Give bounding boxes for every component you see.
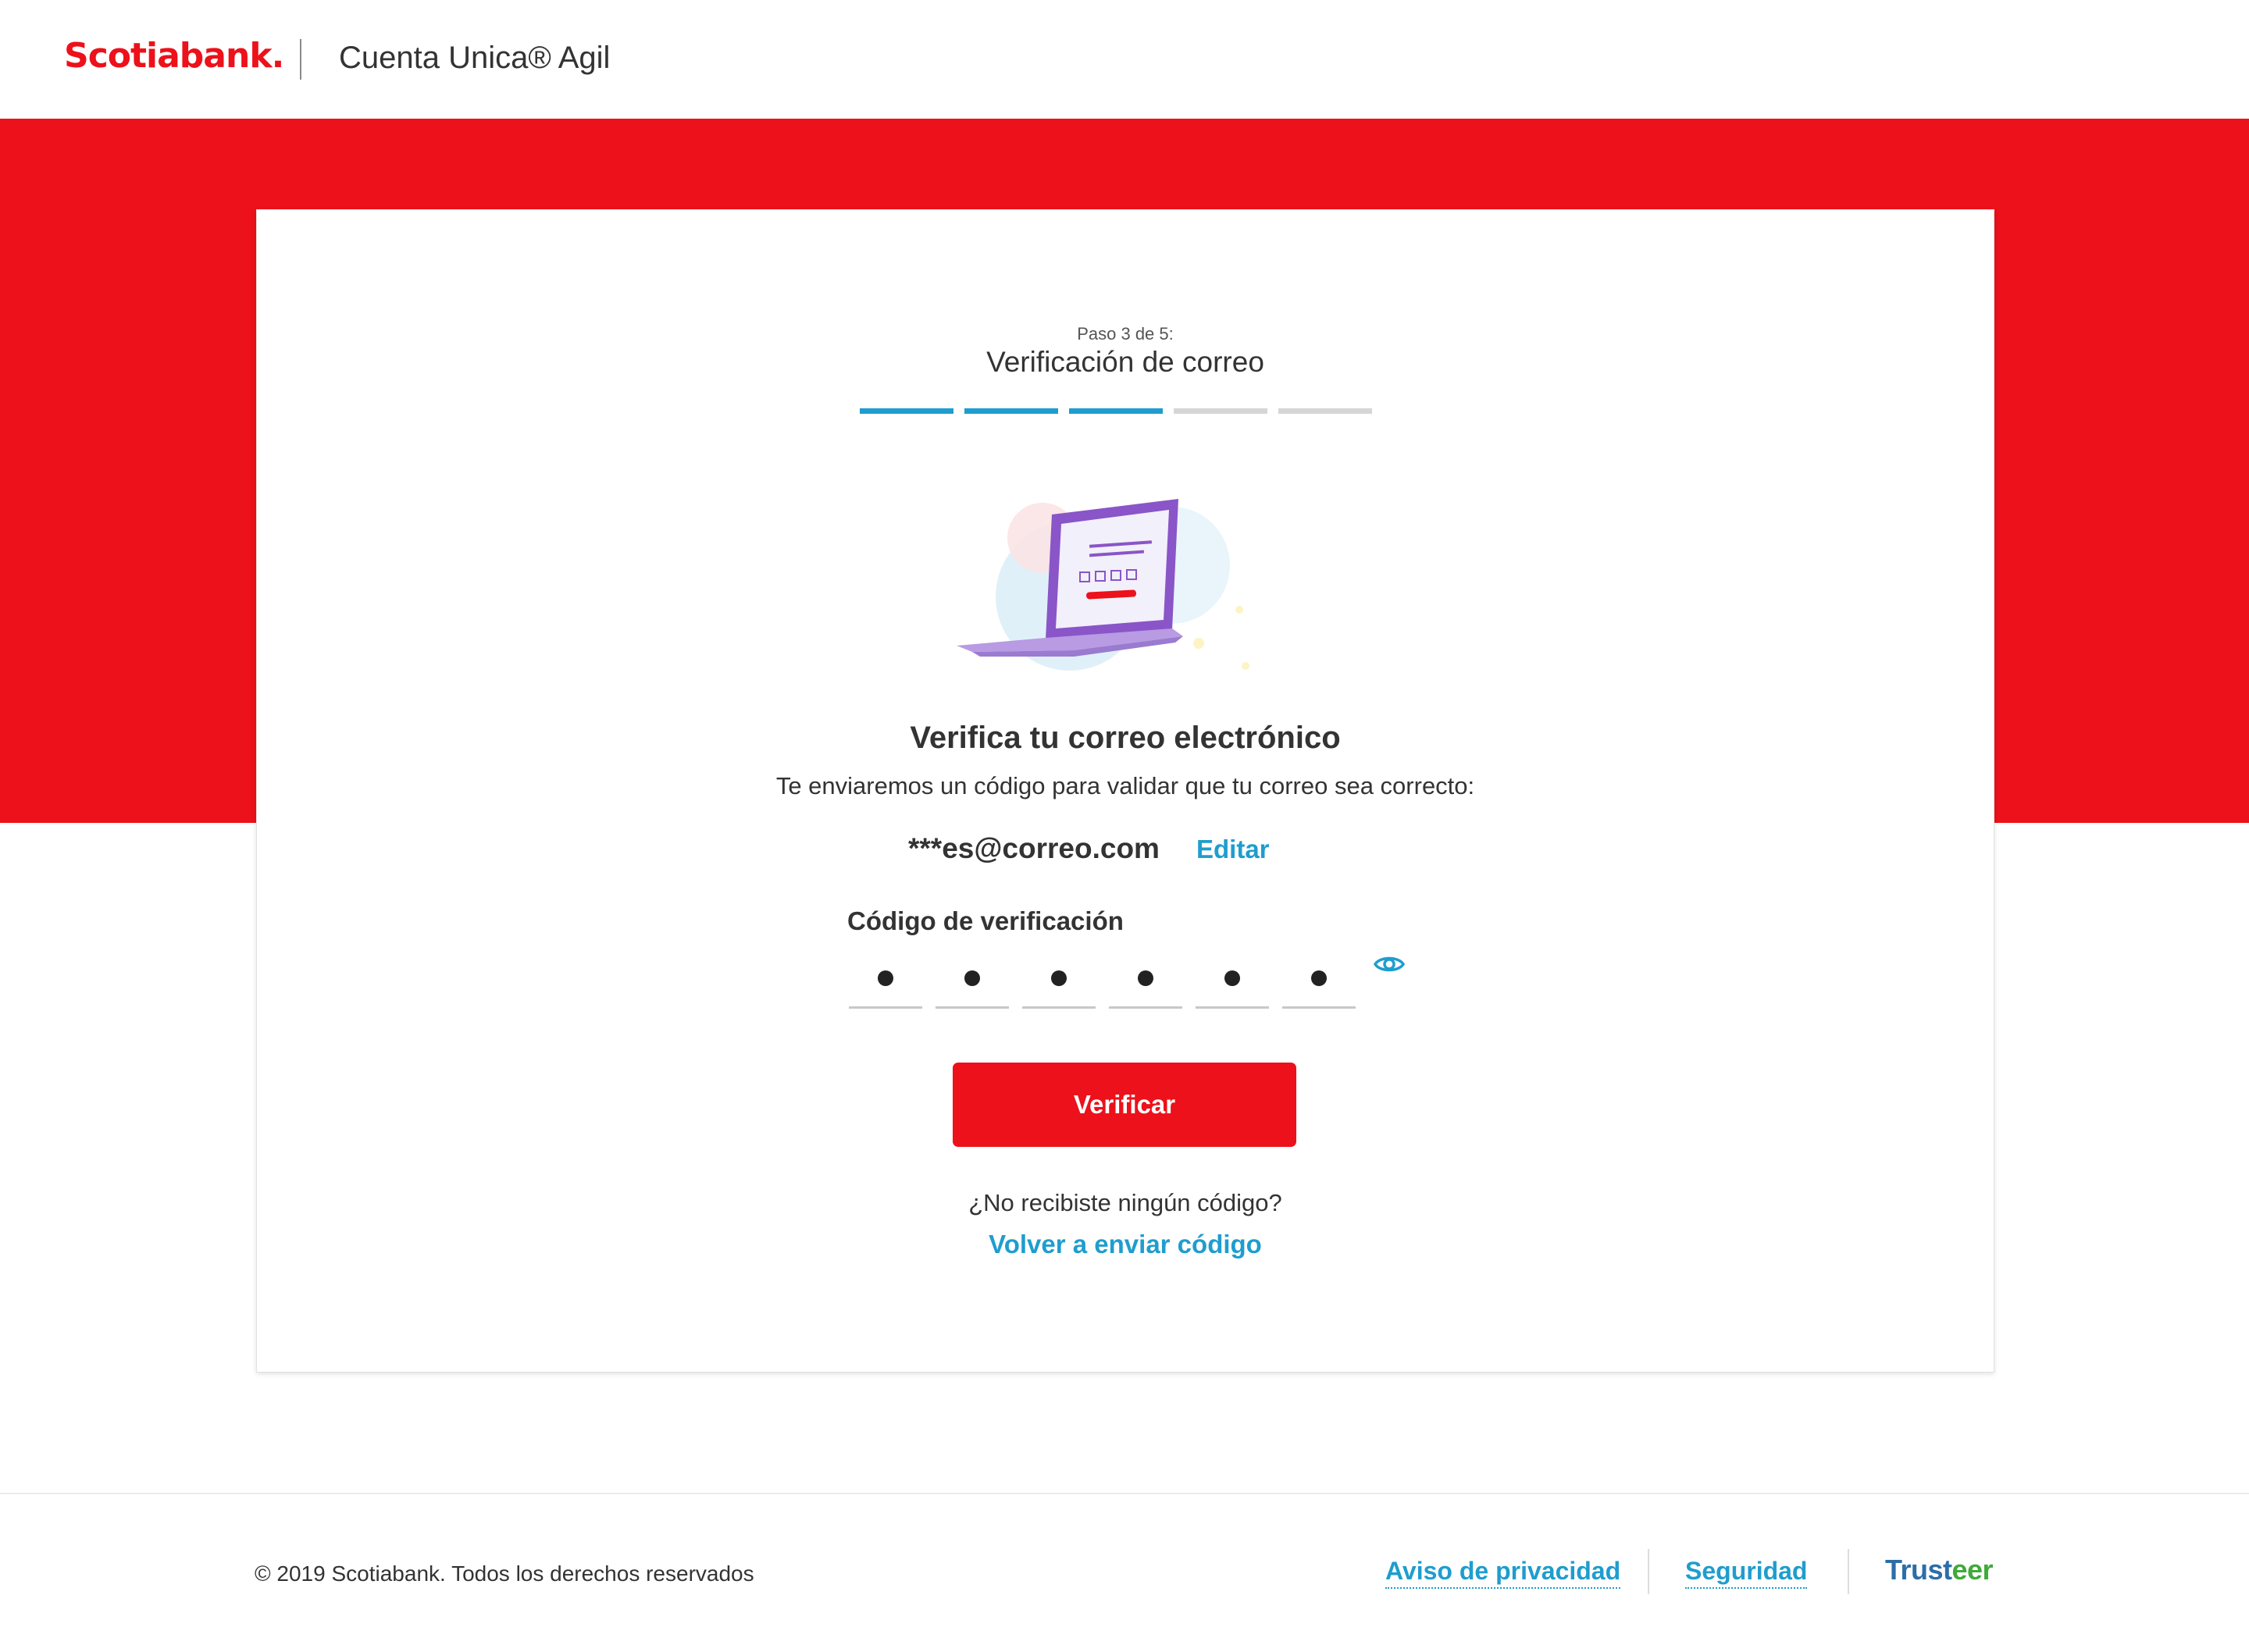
step-title: Verificación de correo: [986, 346, 1264, 378]
code-digit-input[interactable]: [849, 958, 922, 1009]
instruction-text: Te enviaremos un código para validar que…: [775, 772, 1475, 799]
progress-segment: [1278, 408, 1372, 414]
verify-button[interactable]: Verificar: [953, 1063, 1296, 1147]
masked-digit: [964, 970, 980, 986]
verification-code-input: [849, 958, 1356, 1009]
trusteer-logo-part: Trust: [1885, 1554, 1952, 1586]
scotiabank-logo[interactable]: Scotiabank.: [64, 36, 284, 76]
masked-digit: [1224, 970, 1240, 986]
resend-code-link[interactable]: Volver a enviar código: [257, 1230, 1994, 1259]
progress-segment: [1069, 408, 1163, 414]
header-divider: [300, 39, 301, 80]
headline: Verifica tu correo electrónico: [910, 721, 1341, 755]
footer-separator: [1648, 1549, 1649, 1594]
masked-digit: [878, 970, 893, 986]
code-digit-input[interactable]: [1109, 958, 1182, 1009]
trusteer-logo[interactable]: Trusteer: [1885, 1554, 1994, 1586]
footer-separator: [1848, 1549, 1849, 1594]
masked-digit: [1051, 970, 1067, 986]
progress-segment: [860, 408, 953, 414]
code-digit-input[interactable]: [1282, 958, 1356, 1009]
masked-digit: [1138, 970, 1153, 986]
footer-divider: [0, 1493, 2249, 1494]
masked-email: ***es@correo.com: [908, 832, 1160, 864]
privacy-notice-link[interactable]: Aviso de privacidad: [1385, 1557, 1621, 1589]
security-link[interactable]: Seguridad: [1685, 1557, 1808, 1589]
laptop-illustration: [957, 499, 1249, 671]
progress-segment: [964, 408, 1058, 414]
code-digit-input[interactable]: [1022, 958, 1096, 1009]
verification-card: Paso 3 de 5: Verificación de correo Veri…: [256, 209, 1994, 1373]
step-counter: Paso 3 de 5:: [1077, 324, 1174, 344]
copyright-text: © 2019 Scotiabank. Todos los derechos re…: [255, 1561, 754, 1586]
verification-code-label: Código de verificación: [847, 906, 1124, 935]
step-progress-bar: [860, 408, 1372, 414]
masked-digit: [1311, 970, 1327, 986]
edit-email-link[interactable]: Editar: [1196, 835, 1270, 864]
product-name: Cuenta Unica® Agil: [339, 41, 611, 75]
top-header: Scotiabank. Cuenta Unica® Agil: [0, 0, 2249, 119]
eye-icon[interactable]: [1374, 952, 1405, 977]
code-digit-input[interactable]: [936, 958, 1009, 1009]
progress-segment: [1174, 408, 1267, 414]
trusteer-logo-part: eer: [1951, 1554, 1994, 1586]
code-digit-input[interactable]: [1196, 958, 1269, 1009]
no-code-text: ¿No recibiste ningún código?: [968, 1189, 1282, 1216]
